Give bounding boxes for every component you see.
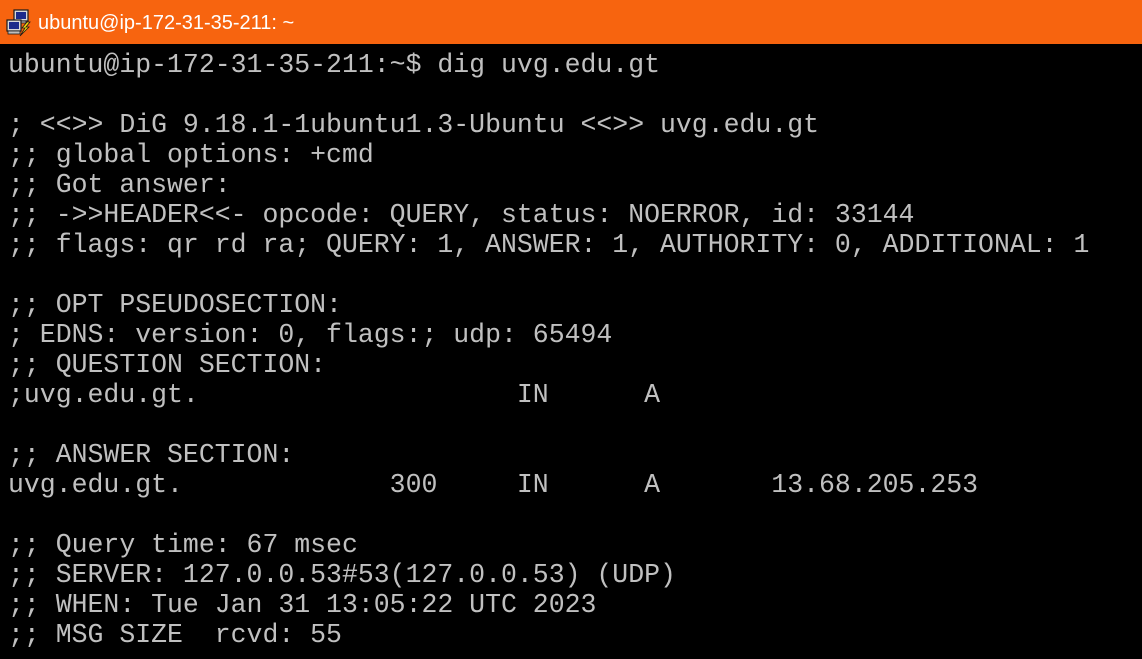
window-titlebar[interactable]: ubuntu@ip-172-31-35-211: ~ (0, 0, 1142, 44)
terminal-line: ;uvg.edu.gt. IN A (8, 380, 661, 410)
terminal-line: ;; flags: qr rd ra; QUERY: 1, ANSWER: 1,… (8, 230, 1090, 260)
command-prompt-line: ubuntu@ip-172-31-35-211:~$ dig uvg.edu.g… (8, 50, 661, 80)
terminal-line: ;; OPT PSEUDOSECTION: (8, 290, 342, 320)
terminal-line: ;; ANSWER SECTION: (8, 440, 295, 470)
terminal-line: ;; ->>HEADER<<- opcode: QUERY, status: N… (8, 200, 915, 230)
window-title: ubuntu@ip-172-31-35-211: ~ (38, 12, 295, 34)
putty-icon[interactable] (5, 9, 33, 37)
terminal-line: ;; QUESTION SECTION: (8, 350, 327, 380)
terminal-line: ;; Query time: 67 msec (8, 530, 358, 560)
terminal-line: ;; global options: +cmd (8, 140, 374, 170)
terminal-line: ;; SERVER: 127.0.0.53#53(127.0.0.53) (UD… (8, 560, 676, 590)
terminal-line: ;; Got answer: (8, 170, 231, 200)
terminal-line: ; <<>> DiG 9.18.1-1ubuntu1.3-Ubuntu <<>>… (8, 110, 820, 140)
terminal-line: ;; MSG SIZE rcvd: 55 (8, 620, 342, 650)
terminal-line: uvg.edu.gt. 300 IN A 13.68.205.253 (8, 470, 979, 500)
terminal-line: ;; WHEN: Tue Jan 31 13:05:22 UTC 2023 (8, 590, 597, 620)
terminal-line: ; EDNS: version: 0, flags:; udp: 65494 (8, 320, 613, 350)
terminal-window: ubuntu@ip-172-31-35-211: ~ ubuntu@ip-172… (0, 0, 1142, 659)
terminal-output[interactable]: ubuntu@ip-172-31-35-211:~$ dig uvg.edu.g… (8, 50, 1138, 655)
